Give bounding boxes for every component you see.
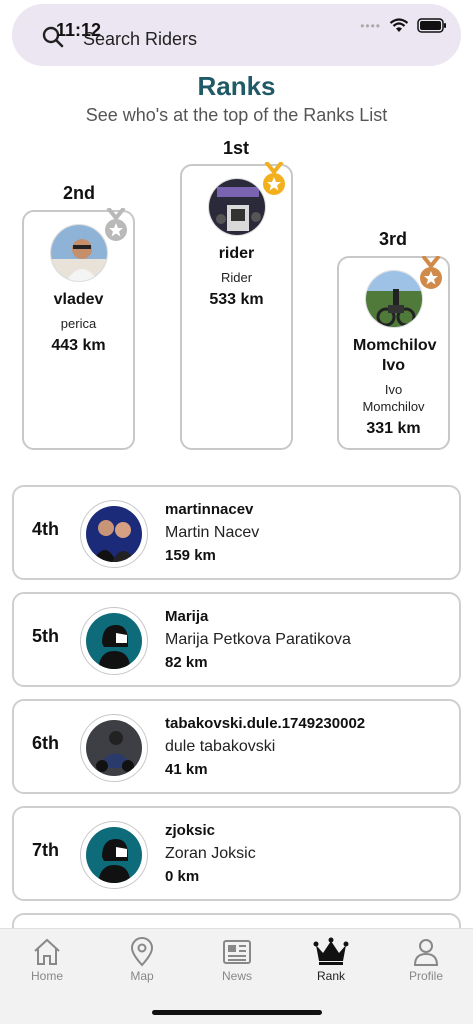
tab-label: Map — [130, 969, 154, 983]
tab-news[interactable]: News — [190, 937, 284, 983]
map-pin-icon — [130, 937, 154, 967]
search-bar[interactable]: 11:12 Search Riders •••• — [12, 4, 461, 66]
page-title: Ranks — [197, 71, 276, 101]
bronze-medal-icon — [420, 256, 442, 289]
rank-username: tabakovski.dule.1749230002 — [165, 715, 366, 732]
tab-label: Home — [30, 969, 63, 983]
tab-label: Rank — [316, 969, 345, 983]
avatar — [80, 607, 148, 675]
gold-medal-icon — [263, 162, 285, 195]
podium-card-first[interactable]: rider Rider 533 km — [180, 164, 293, 450]
list-item[interactable]: 6th tabakovski.dule.1749230002 dule taba… — [12, 699, 461, 794]
podium-full-name: perica — [60, 316, 97, 331]
podium-first-place-label: 1st — [222, 138, 249, 158]
podium-username: Momchilov Ivo — [353, 337, 437, 374]
rank-username: zjoksic — [165, 822, 216, 839]
wifi-icon — [389, 18, 409, 32]
podium-card-second[interactable]: vladev perica 443 km — [22, 210, 135, 450]
status-indicators: •••• — [360, 18, 447, 33]
list-item[interactable]: 7th zjoksic Zoran Joksic 0 km — [12, 806, 461, 901]
avatar — [207, 178, 266, 236]
list-item[interactable]: 5th Marija Marija Petkova Paratikova 82 … — [12, 592, 461, 687]
rank-distance: 41 km — [165, 761, 208, 778]
rank-place: 7th — [32, 840, 59, 860]
podium-username: vladev — [53, 291, 104, 308]
battery-icon — [417, 18, 446, 33]
avatar — [80, 500, 148, 568]
rank-place: 4th — [32, 519, 59, 539]
avatar — [364, 270, 423, 328]
person-icon — [413, 939, 439, 966]
newspaper-icon — [223, 940, 251, 964]
search-input[interactable]: Search Riders — [83, 29, 197, 50]
home-indicator — [152, 1010, 322, 1015]
rank-full-name: Marija Petkova Paratikova — [165, 631, 351, 648]
tab-map[interactable]: Map — [95, 937, 189, 983]
podium-full-name: Rider — [220, 270, 253, 285]
list-item[interactable]: 4th martinnacev Martin Nacev 159 km — [12, 485, 461, 580]
rank-place: 5th — [32, 626, 59, 646]
rank-username: Marija — [165, 608, 209, 625]
avatar — [49, 224, 108, 282]
rank-username: martinnacev — [165, 501, 254, 518]
rank-distance: 159 km — [165, 547, 216, 564]
home-icon — [34, 938, 60, 965]
podium-full-name: Ivo Momchilov — [362, 382, 425, 414]
tab-label: News — [221, 969, 252, 983]
rank-full-name: dule tabakovski — [165, 738, 276, 755]
rank-full-name: Martin Nacev — [165, 524, 260, 541]
tab-rank[interactable]: Rank — [284, 937, 378, 983]
tab-label: Profile — [408, 969, 443, 983]
signal-dots-icon: •••• — [360, 18, 381, 33]
avatar — [80, 821, 148, 889]
rank-distance: 82 km — [165, 654, 208, 671]
tab-home[interactable]: Home — [0, 937, 94, 983]
rank-distance: 0 km — [165, 868, 200, 885]
podium-username: rider — [218, 245, 255, 262]
avatar — [80, 714, 148, 782]
podium-distance: 331 km — [366, 420, 421, 437]
tab-profile[interactable]: Profile — [379, 937, 473, 983]
podium-third-place-label: 3rd — [378, 229, 407, 249]
podium-second-place-label: 2nd — [62, 183, 95, 203]
silver-medal-icon — [105, 208, 127, 241]
page-subtitle: See who's at the top of the Ranks List — [85, 105, 388, 125]
rank-place: 6th — [32, 733, 59, 753]
crown-icon — [313, 937, 349, 965]
default-rider-avatar-icon — [86, 613, 142, 669]
default-rider-avatar-icon — [86, 827, 142, 883]
podium-distance: 533 km — [209, 291, 264, 308]
rank-full-name: Zoran Joksic — [165, 845, 256, 862]
podium-distance: 443 km — [51, 337, 106, 354]
